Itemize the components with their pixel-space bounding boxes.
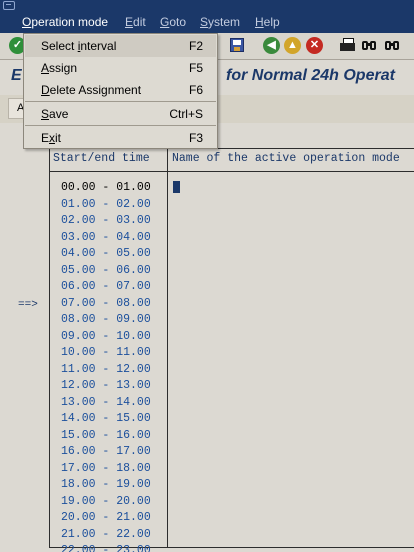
menu-operation-mode-label: peration mode (31, 15, 109, 29)
column-header-mode: Name of the active operation mode (172, 152, 400, 165)
menu-help-label: elp (263, 15, 280, 29)
operation-mode-dropdown: Select interval F2 Assign F5 Delete Assi… (23, 33, 218, 149)
page-title-prefix: E (11, 67, 22, 84)
menu-goto-accel: G (160, 15, 170, 29)
current-time-marker: ==> (18, 299, 38, 311)
time-slot[interactable]: 04.00 - 05.00 (61, 247, 151, 263)
time-slot[interactable]: 08.00 - 09.00 (61, 313, 151, 329)
time-slot[interactable]: 01.00 - 02.00 (61, 198, 151, 214)
menu-item-label: Exit (41, 131, 62, 145)
menu-item-select-interval[interactable]: Select interval F2 (25, 35, 216, 57)
time-slot[interactable]: 10.00 - 11.00 (61, 346, 151, 362)
time-slot[interactable]: 16.00 - 17.00 (61, 445, 151, 461)
time-slot[interactable]: 22.00 - 23.00 (61, 544, 151, 552)
time-slot[interactable]: 00.00 - 01.00 (61, 181, 151, 197)
menu-help[interactable]: Help (255, 15, 280, 29)
menu-item-assign[interactable]: Assign F5 (25, 57, 216, 79)
time-slot[interactable]: 11.00 - 12.00 (61, 363, 151, 379)
time-slot[interactable]: 02.00 - 03.00 (61, 214, 151, 230)
time-slot[interactable]: 18.00 - 19.00 (61, 478, 151, 494)
time-slot[interactable]: 12.00 - 13.00 (61, 379, 151, 395)
menu-separator (25, 101, 216, 102)
menu-item-label: Delete Assignment (41, 83, 142, 97)
menu-system-label: ystem (208, 15, 241, 29)
column-header-time: Start/end time (53, 152, 150, 165)
back-icon[interactable]: ◀ (263, 37, 280, 54)
menu-item-shortcut: F3 (188, 131, 203, 145)
menu-edit-accel: E (125, 15, 134, 29)
cancel-icon[interactable]: ✕ (306, 37, 323, 54)
menu-item-shortcut: F5 (188, 61, 203, 75)
menu-help-accel: H (255, 15, 264, 29)
menu-system[interactable]: System (200, 15, 240, 29)
time-slot[interactable]: 19.00 - 20.00 (61, 495, 151, 511)
save-icon[interactable] (230, 38, 244, 52)
time-slot[interactable]: 21.00 - 22.00 (61, 528, 151, 544)
page-title: for Normal 24h Operat (226, 67, 395, 84)
menu-edit[interactable]: Edit (125, 15, 146, 29)
time-slot[interactable]: 15.00 - 16.00 (61, 429, 151, 445)
window-menu-icon[interactable] (3, 1, 15, 10)
operation-mode-table: Start/end time Name of the active operat… (49, 148, 414, 552)
menu-item-shortcut: Ctrl+S (169, 107, 203, 121)
menu-item-label: Assign (41, 61, 78, 75)
time-slot[interactable]: 17.00 - 18.00 (61, 462, 151, 478)
menu-item-label: Save (41, 107, 69, 121)
menu-bar: Operation mode Edit Goto System Help (0, 11, 414, 33)
time-slot[interactable]: 07.00 - 08.00 (61, 297, 151, 313)
text-cursor[interactable] (173, 181, 180, 193)
menu-goto[interactable]: Goto (160, 15, 186, 29)
menu-edit-label: dit (133, 15, 146, 29)
menu-item-delete-assignment[interactable]: Delete Assignment F6 (25, 79, 216, 101)
time-slot[interactable]: 05.00 - 06.00 (61, 264, 151, 280)
find-next-icon[interactable] (385, 38, 400, 52)
menu-item-label: Select interval (41, 39, 117, 53)
time-slot[interactable]: 20.00 - 21.00 (61, 511, 151, 527)
menu-operation-mode[interactable]: Operation mode (22, 15, 108, 29)
time-slot[interactable]: 14.00 - 15.00 (61, 412, 151, 428)
menu-item-shortcut: F6 (188, 83, 203, 97)
time-slot[interactable]: 09.00 - 10.00 (61, 330, 151, 346)
menu-operation-mode-accel: O (22, 15, 32, 29)
menu-item-save[interactable]: Save Ctrl+S (25, 103, 216, 125)
window-title-bar (0, 0, 414, 11)
header-divider (50, 171, 414, 172)
menu-goto-label: oto (169, 15, 187, 29)
menu-separator (25, 125, 216, 126)
time-slot[interactable]: 06.00 - 07.00 (61, 280, 151, 296)
print-icon[interactable] (340, 38, 355, 52)
menu-item-exit[interactable]: Exit F3 (25, 127, 216, 149)
find-icon[interactable] (362, 38, 377, 52)
exit-icon[interactable]: ▲ (284, 37, 301, 54)
column-divider (167, 149, 168, 548)
time-slot[interactable]: 03.00 - 04.00 (61, 231, 151, 247)
menu-item-shortcut: F2 (188, 39, 203, 53)
menu-system-accel: S (200, 15, 209, 29)
time-slot[interactable]: 13.00 - 14.00 (61, 396, 151, 412)
